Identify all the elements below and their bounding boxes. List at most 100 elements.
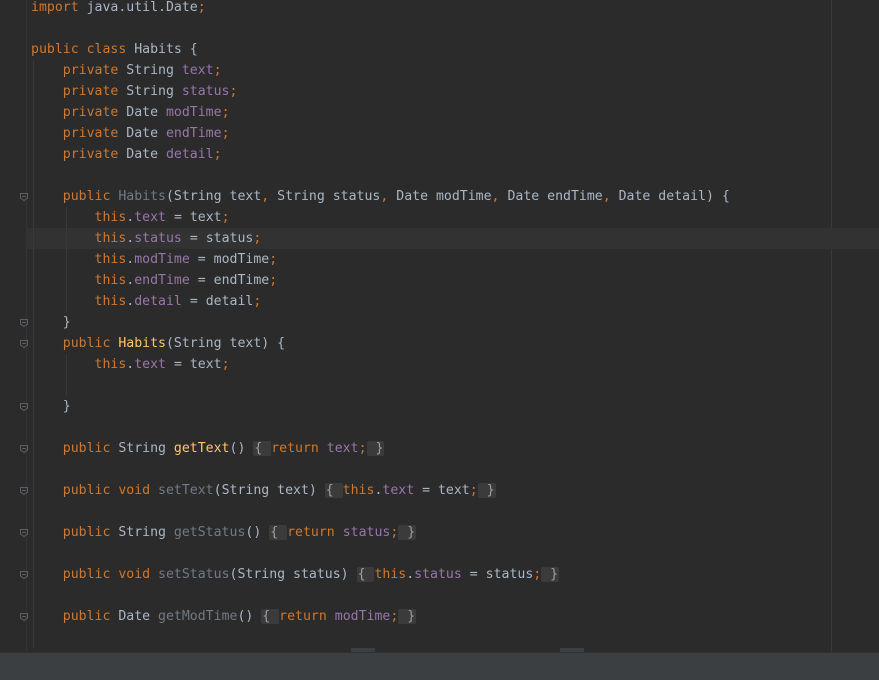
code-token: return xyxy=(287,524,343,540)
code-token: ; xyxy=(221,104,230,120)
code-token: getText xyxy=(173,440,230,456)
code-token: = detail xyxy=(181,293,254,309)
code-token: String status xyxy=(277,188,381,204)
code-token: (String text) xyxy=(213,482,325,498)
fold-minus-icon[interactable] xyxy=(19,486,29,496)
code-token: public void xyxy=(31,482,159,498)
code-line[interactable]: this.text = text; xyxy=(31,354,230,375)
code-token: ; xyxy=(221,209,230,225)
code-line[interactable]: } xyxy=(31,312,71,333)
code-token: , xyxy=(380,188,397,204)
code-line[interactable]: private String status; xyxy=(31,81,238,102)
folded-code-brace[interactable]: } xyxy=(398,524,417,540)
code-token: = endTime xyxy=(189,272,270,288)
code-line[interactable]: this.modTime = modTime; xyxy=(31,249,278,270)
code-line[interactable]: private Date detail; xyxy=(31,144,222,165)
code-line[interactable]: public void setText(String text) { this.… xyxy=(31,480,496,501)
code-token: ; xyxy=(213,62,222,78)
code-token: ; xyxy=(221,125,230,141)
code-token: status xyxy=(414,566,462,582)
code-token: modTime xyxy=(165,104,222,120)
code-token: , xyxy=(602,188,619,204)
code-token: Habits xyxy=(118,188,166,204)
code-token: text xyxy=(326,440,359,456)
code-token: ; xyxy=(253,230,262,246)
code-line[interactable]: this.status = status; xyxy=(31,228,262,249)
code-token: Date xyxy=(126,146,166,162)
code-token: ; xyxy=(229,83,238,99)
code-token: Date endTime xyxy=(507,188,603,204)
fold-minus-icon[interactable] xyxy=(19,318,29,328)
fold-minus-icon[interactable] xyxy=(19,339,29,349)
code-token: status xyxy=(134,230,182,246)
folded-code-brace[interactable]: { xyxy=(253,440,272,456)
code-line[interactable]: this.endTime = endTime; xyxy=(31,270,278,291)
code-line[interactable]: public String getStatus() { return statu… xyxy=(31,522,417,543)
folded-code-brace[interactable]: } xyxy=(366,440,385,456)
code-token: , xyxy=(491,188,508,204)
code-token: modTime xyxy=(134,251,190,267)
folded-code-brace[interactable]: { xyxy=(261,608,280,624)
code-token: public xyxy=(31,524,119,540)
code-token: = modTime xyxy=(189,251,270,267)
code-editor[interactable]: import java.util.Date; public class Habit… xyxy=(0,0,879,652)
code-line[interactable]: } xyxy=(31,396,71,417)
fold-minus-icon[interactable] xyxy=(19,402,29,412)
code-token: String xyxy=(126,62,182,78)
code-token: this xyxy=(31,272,127,288)
code-line[interactable]: public Date getModTime() { return modTim… xyxy=(31,606,417,627)
code-line[interactable]: public class Habits { xyxy=(31,39,198,60)
code-token: public xyxy=(31,335,119,351)
code-token: Date xyxy=(126,104,166,120)
fold-minus-icon[interactable] xyxy=(19,444,29,454)
code-line[interactable]: private Date modTime; xyxy=(31,102,230,123)
code-token: import xyxy=(31,0,79,15)
code-token: public xyxy=(31,440,119,456)
folded-code-brace[interactable]: { xyxy=(269,524,288,540)
code-line[interactable]: public void setStatus(String status) { t… xyxy=(31,564,560,585)
code-token: ; xyxy=(197,0,206,15)
fold-minus-icon[interactable] xyxy=(19,612,29,622)
code-token: = status xyxy=(461,566,534,582)
code-token: Date modTime xyxy=(396,188,492,204)
fold-minus-icon[interactable] xyxy=(19,528,29,538)
code-token: ; xyxy=(358,440,367,456)
code-token: public xyxy=(31,608,119,624)
code-token: String xyxy=(118,440,174,456)
fold-minus-icon[interactable] xyxy=(19,570,29,580)
code-token: () xyxy=(245,524,270,540)
code-token: setStatus xyxy=(158,566,230,582)
fold-minus-icon[interactable] xyxy=(19,192,29,202)
code-token: private xyxy=(31,62,127,78)
code-token: getStatus xyxy=(173,524,246,540)
code-token: String xyxy=(126,83,182,99)
code-line[interactable]: import java.util.Date; xyxy=(31,0,206,18)
code-token: } xyxy=(31,398,71,414)
code-line[interactable]: this.text = text; xyxy=(31,207,230,228)
code-line[interactable]: public Habits(String text) { xyxy=(31,333,285,354)
code-token: text xyxy=(134,356,166,372)
code-token: ; xyxy=(221,356,230,372)
code-line[interactable]: private Date endTime; xyxy=(31,123,230,144)
code-token: endTime xyxy=(165,125,222,141)
folded-code-brace[interactable]: } xyxy=(541,566,560,582)
code-token: (String text xyxy=(165,188,262,204)
code-token: status xyxy=(342,524,391,540)
code-token: Date detail) { xyxy=(618,188,730,204)
folded-code-brace[interactable]: } xyxy=(398,608,417,624)
code-line[interactable]: public Habits(String text, String status… xyxy=(31,186,730,207)
code-token: public void xyxy=(31,566,159,582)
code-token: getModTime xyxy=(158,608,238,624)
folded-code-brace[interactable]: { xyxy=(356,566,375,582)
folded-code-brace[interactable]: { xyxy=(324,482,343,498)
code-token: . xyxy=(406,566,415,582)
code-token: public class xyxy=(31,41,127,57)
code-token: Habits { xyxy=(126,41,198,57)
folded-code-brace[interactable]: } xyxy=(477,482,496,498)
code-line[interactable]: public String getText() { return text; } xyxy=(31,438,385,459)
code-line[interactable]: private String text; xyxy=(31,60,222,81)
code-token: detail xyxy=(134,293,182,309)
code-line[interactable]: this.detail = detail; xyxy=(31,291,262,312)
code-token: ; xyxy=(269,251,278,267)
code-token: = text xyxy=(414,482,470,498)
